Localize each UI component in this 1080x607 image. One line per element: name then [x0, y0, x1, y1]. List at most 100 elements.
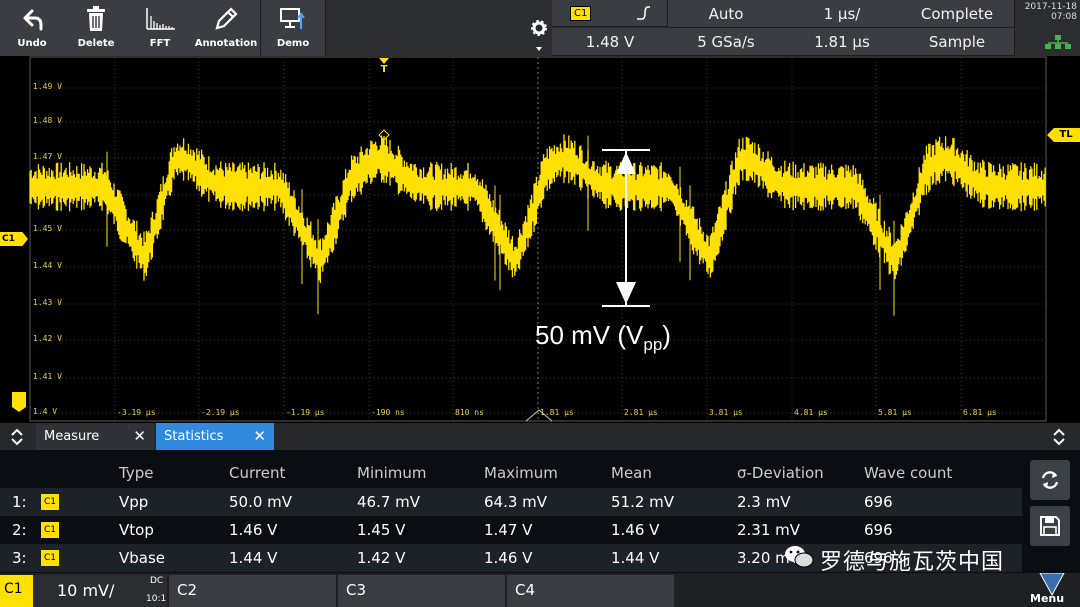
acquisition-status[interactable]: Complete [900, 0, 1015, 28]
annotation-label: Annotation [194, 38, 258, 49]
table-row[interactable]: 1: C1 Vpp 50.0 mV 46.7 mV 64.3 mV 51.2 m… [0, 488, 1022, 516]
demo-icon [261, 4, 325, 34]
trigger-level[interactable]: 1.48 V [552, 28, 669, 56]
vpp-arrow [602, 149, 650, 307]
channel-badge: C1 [41, 494, 59, 510]
time-scale[interactable]: 1 µs/ [784, 0, 901, 28]
y-tick-label: 1.41 V [33, 372, 62, 381]
channel-badge: C1 [570, 5, 592, 21]
network-icon [1045, 35, 1071, 49]
x-tick-label: -3.19 µs [117, 408, 156, 417]
channel-c2-label: C2 [177, 581, 198, 599]
col-minimum: Minimum [357, 464, 427, 482]
sample-rate[interactable]: 5 GSa/s [668, 28, 785, 56]
channel-c3-label: C3 [346, 581, 367, 599]
cell-maximum: 1.47 V [484, 521, 533, 539]
delete-button[interactable]: Delete [64, 0, 129, 56]
cell-mean: 1.44 V [611, 549, 660, 567]
y-tick-label: 1.44 V [33, 261, 62, 270]
channel-c4[interactable]: C4 [507, 575, 674, 607]
row-index: 3: [12, 549, 27, 567]
trigger-mode[interactable]: Auto [668, 0, 785, 28]
cell-wave-count: 696 [864, 521, 893, 539]
time-text: 07:08 [1051, 12, 1077, 22]
cell-current: 50.0 mV [229, 493, 293, 511]
cell-deviation: 2.3 mV [737, 493, 791, 511]
annotation-button[interactable]: Annotation [192, 0, 261, 56]
cell-type: Vtop [119, 521, 154, 539]
y-tick-label: 1.46 V [33, 189, 62, 198]
cell-minimum: 46.7 mV [357, 493, 421, 511]
trigger-level-marker[interactable]: TL [1047, 128, 1080, 142]
trigger-time-marker[interactable]: T [377, 58, 391, 75]
waveform-display[interactable]: 1.49 V 1.48 V 1.47 V 1.46 V 1.45 V 1.44 V 1.43… [0, 56, 1080, 422]
save-button[interactable] [1030, 506, 1070, 546]
refresh-button[interactable] [1030, 460, 1070, 500]
cell-maximum: 64.3 mV [484, 493, 548, 511]
y-tick-label: 1.45 V [33, 224, 62, 233]
x-tick-label: 810 ns [455, 408, 484, 417]
tab-statistics-label: Statistics [164, 429, 224, 444]
trigger-position[interactable]: 1.81 µs [784, 28, 901, 56]
x-tick-label: -1.19 µs [286, 408, 325, 417]
y-tick-label: 1.42 V [33, 334, 62, 343]
date-text: 2017-11-18 [1024, 2, 1077, 12]
col-deviation: σ-Deviation [737, 464, 824, 482]
undo-button[interactable]: Undo [0, 0, 65, 56]
demo-button[interactable]: Demo [261, 0, 326, 56]
save-icon [1040, 516, 1060, 536]
settings-button[interactable] [527, 0, 551, 56]
fft-label: FFT [149, 38, 171, 49]
date-time: 2017-11-18 07:08 [1015, 0, 1080, 56]
spectrum-icon [128, 4, 192, 34]
cell-wave-count: 696 [864, 493, 893, 511]
channel-c2[interactable]: C2 [169, 575, 336, 607]
close-icon[interactable]: ✕ [133, 427, 146, 445]
channel-offset-marker[interactable]: C1 [0, 232, 28, 246]
delete-label: Delete [77, 38, 115, 49]
row-index: 1: [12, 493, 27, 511]
x-tick-label: 5.81 µs [878, 408, 912, 417]
col-maximum: Maximum [484, 464, 558, 482]
tab-statistics[interactable]: Statistics ✕ [156, 423, 274, 450]
close-icon[interactable]: ✕ [253, 427, 266, 445]
undo-label: Undo [17, 38, 47, 49]
menu-button[interactable]: Menu [1024, 573, 1080, 607]
x-tick-label: 4.81 µs [794, 408, 828, 417]
x-tick-label: -2.19 µs [201, 408, 240, 417]
col-mean: Mean [611, 464, 652, 482]
y-tick-label: 1.4 V [33, 407, 58, 416]
trigger-source[interactable]: C1 [552, 0, 668, 27]
cell-minimum: 1.45 V [357, 521, 406, 539]
fft-button[interactable]: FFT [128, 0, 193, 56]
channel-c1-probe: 10:1 [146, 594, 167, 604]
cell-mean: 51.2 mV [611, 493, 675, 511]
cell-type: Vbase [119, 549, 166, 567]
undo-icon [0, 4, 64, 34]
center-marker [525, 409, 553, 422]
tab-measure[interactable]: Measure ✕ [36, 423, 154, 450]
table-row[interactable]: 2: C1 Vtop 1.46 V 1.45 V 1.47 V 1.46 V 2… [0, 516, 1022, 544]
result-tabs: Measure ✕ Statistics ✕ [0, 423, 1080, 450]
trash-icon [64, 4, 128, 34]
cell-current: 1.44 V [229, 549, 278, 567]
channel-badge: C1 [41, 550, 59, 566]
y-tick-label: 1.48 V [33, 116, 62, 125]
acquisition-mode[interactable]: Sample [900, 28, 1015, 56]
expand-right-icon[interactable] [1052, 428, 1066, 450]
x-tick-label: 6.81 µs [963, 408, 997, 417]
cell-maximum: 1.46 V [484, 549, 533, 567]
cell-deviation: 2.31 mV [737, 521, 801, 539]
tab-measure-label: Measure [44, 429, 100, 444]
pencil-icon [192, 4, 260, 34]
row-index: 2: [12, 521, 27, 539]
expand-icon[interactable] [10, 428, 24, 450]
channel-c3[interactable]: C3 [338, 575, 505, 607]
channel-c4-label: C4 [515, 581, 536, 599]
y-tick-label: 1.43 V [33, 298, 62, 307]
channel-c1[interactable]: C1 10 mV/ DC 10:1 [0, 575, 167, 607]
vpp-annotation: 50 mV (Vpp) [535, 320, 671, 355]
cell-mean: 1.46 V [611, 521, 660, 539]
watermark: 罗德与施瓦茨中国 [785, 544, 1004, 576]
channel-bar: C1 10 mV/ DC 10:1 C2 C3 C4 Menu [0, 573, 1080, 607]
